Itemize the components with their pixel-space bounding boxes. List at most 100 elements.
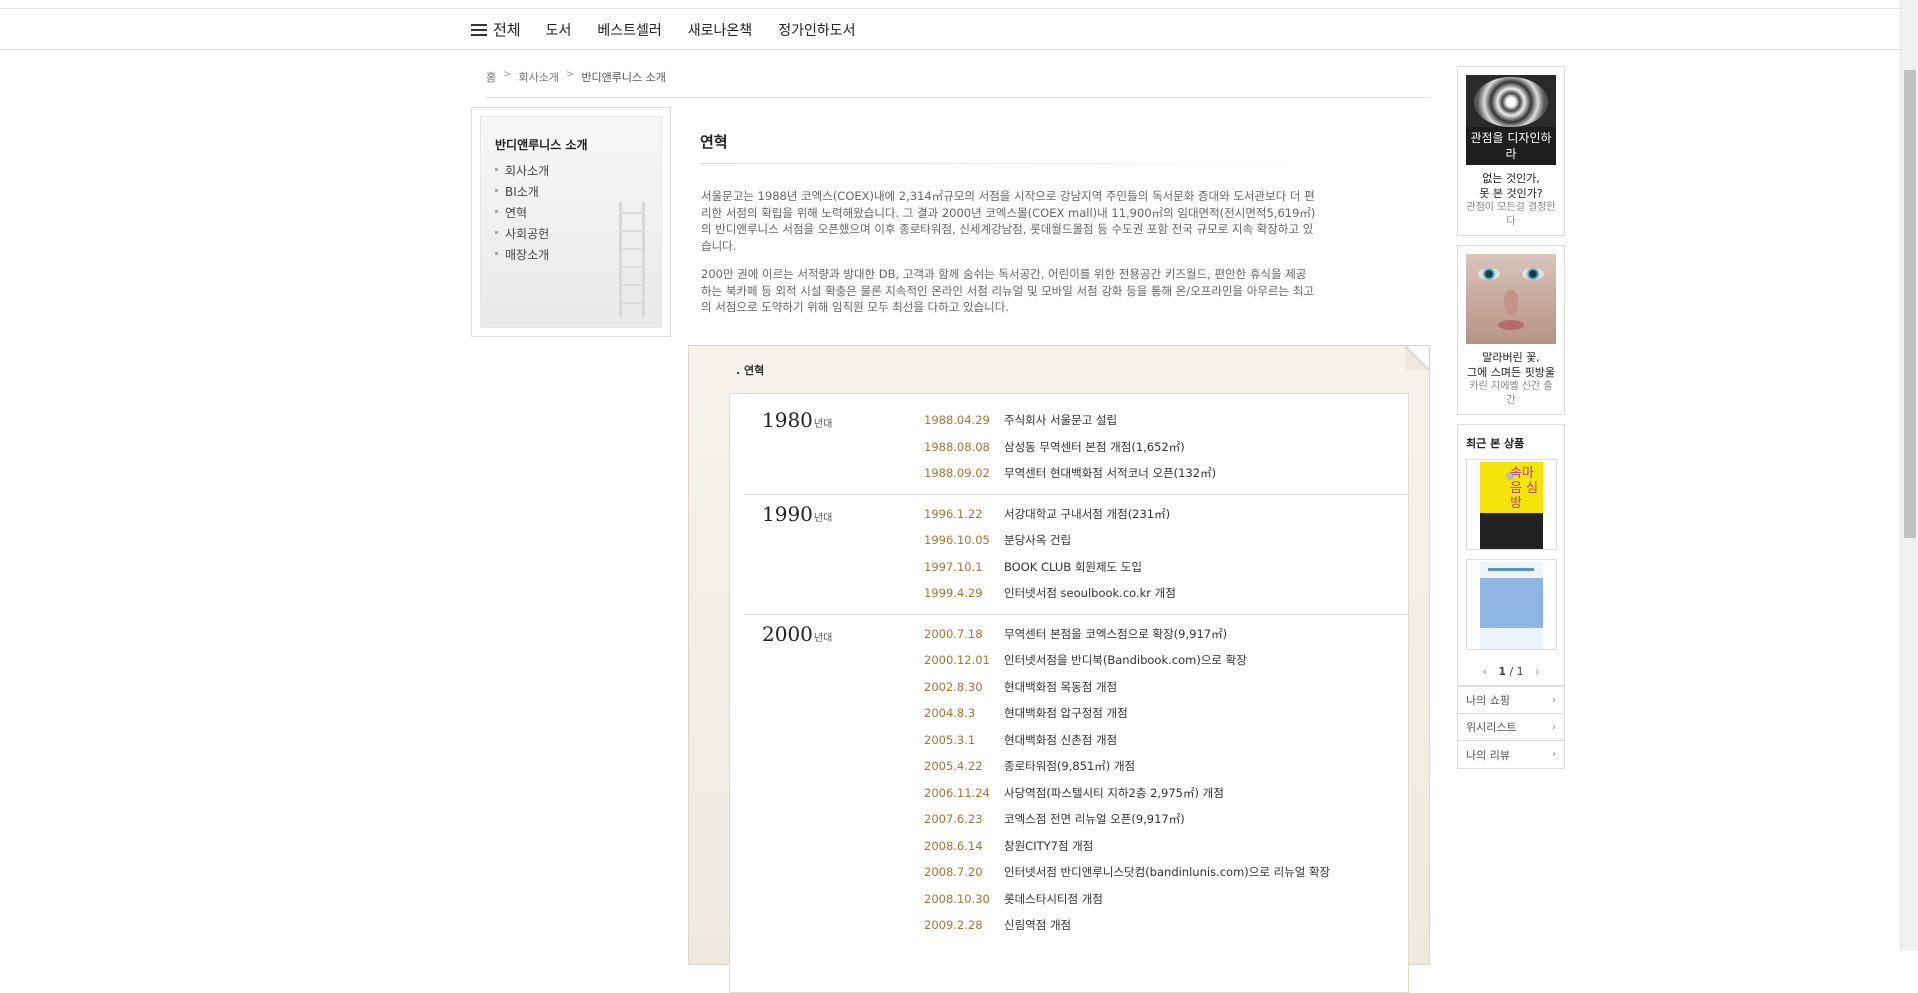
decade-divider [744, 493, 1410, 495]
intro-paragraph-2: 200만 권에 이르는 서적량과 방대한 DB, 고객과 함께 숨쉬는 독서공간… [701, 267, 1314, 314]
history-event: 2006.11.24 사당역점(파스텔시티 지하2층 2,975㎡) 개점 [924, 785, 1224, 805]
event-text: 무역센터 현대백화점 서적코너 오픈(132㎡) [1004, 466, 1217, 480]
vertical-scrollbar[interactable] [1900, 0, 1918, 951]
book-cover-title: 속마음 심방 [1510, 466, 1539, 511]
history-event: 1996.1.22 서강대학교 구내서점 개점(231㎡) [924, 506, 1170, 526]
decade-year: 1980년대 [762, 408, 832, 432]
sidebar-title: 반디앤루니스 소개 [495, 138, 588, 152]
event-text: 종로타워점(9,851㎡) 개점 [1004, 759, 1136, 773]
page-curl-decoration [1405, 346, 1429, 370]
ad-headline: 없는 것인가, [1482, 172, 1540, 185]
decade-suffix: 년대 [813, 512, 833, 524]
chevron-right-icon: › [1552, 749, 1556, 760]
book-cover-image[interactable]: 관점을 디자인하라 [1466, 75, 1556, 165]
event-text: 코엑스점 전면 리뉴얼 오픈(9,917㎡) [1004, 812, 1185, 826]
sidebar-item-company[interactable]: 회사소개 [495, 162, 647, 183]
recent-book-2[interactable] [1466, 559, 1557, 650]
ladder-illustration [619, 202, 645, 317]
event-text: 서강대학교 구내서점 개점(231㎡) [1004, 506, 1171, 521]
event-date: 2008.6.14 [924, 838, 983, 853]
chevron-right-icon[interactable]: › [1535, 665, 1539, 678]
chevron-right-icon: > [566, 69, 575, 80]
recent-products: 최근 본 상품 속마음 심방 ‹ 1 / 1 › [1457, 424, 1565, 686]
event-date: 2000.12.01 [924, 653, 990, 667]
pager-total: 1 [1516, 665, 1524, 678]
link-label: 위시리스트 [1466, 721, 1517, 734]
history-label: . 연혁 [736, 364, 765, 377]
event-text: 창원CITY7점 개점 [1004, 838, 1094, 853]
history-event: 1988.04.29 주식회사 서울문고 설립 [924, 412, 1117, 432]
event-text: 현대백화점 목동점 개점 [1004, 679, 1118, 694]
event-date: 2002.8.30 [924, 679, 983, 694]
event-text: 삼성동 무역센터 본점 개점(1,652㎡) [1004, 439, 1185, 454]
event-text: BOOK CLUB 회원제도 도입 [1004, 559, 1142, 574]
decade-suffix: 년대 [813, 632, 833, 644]
decade-year-number: 2000 [762, 621, 813, 646]
event-date: 2006.11.24 [924, 785, 990, 800]
event-text: 사당역점(파스텔시티 지하2층 2,975㎡) 개점 [1004, 785, 1224, 800]
event-date: 1999.4.29 [924, 586, 983, 600]
event-date: 2008.10.30 [924, 891, 990, 906]
event-date: 2004.8.3 [924, 706, 976, 720]
right-column: 관점을 디자인하라 없는 것인가, 못 본 것인가? 관점이 모든걸 결정한다 … [1457, 66, 1565, 769]
ad-headline-2: 그에 스며든 핏방울 [1467, 366, 1555, 379]
history-event: 1996.10.05 분당사옥 건립 [924, 532, 1071, 552]
event-date: 1996.1.22 [924, 506, 983, 521]
event-date: 2007.6.23 [924, 812, 983, 826]
history-event: 2002.8.30 현대백화점 목동점 개점 [924, 679, 1117, 699]
history-event: 2007.6.23 코엑스점 전면 리뉴얼 오픈(9,917㎡) [924, 811, 1185, 831]
decade-year: 1990년대 [762, 502, 832, 526]
history-paper: 1980년대 1988.04.29 주식회사 서울문고 설립 1988.08.08 삼성… [729, 393, 1410, 993]
event-date: 2009.2.28 [924, 918, 983, 932]
event-text: 주식회사 서울문고 설립 [1004, 413, 1118, 427]
recent-title: 최근 본 상품 [1466, 437, 1525, 450]
breadcrumb-home[interactable]: 홈 [486, 69, 496, 85]
ad-headline-2: 못 본 것인가? [1479, 187, 1543, 200]
breadcrumb-company[interactable]: 회사소개 [519, 69, 559, 85]
ad-banner-2[interactable]: 말라버린 꽃, 그에 스며든 핏방울 카린 지에벨 신간 출간 [1457, 245, 1565, 415]
history-event: 2005.4.22 종로타워점(9,851㎡) 개점 [924, 758, 1135, 778]
event-date: 2000.7.18 [924, 626, 983, 641]
history-panel: . 연혁 1980년대 1988.04.29 주식회사 서울문고 설립 1988.08… [688, 345, 1430, 993]
event-date: 1996.10.05 [924, 533, 990, 547]
nav-discount-books[interactable]: 정가인하도서 [778, 20, 855, 40]
history-event: 2004.8.3 현대백화점 압구정점 개점 [924, 705, 1128, 725]
nav-all[interactable]: 전체 [493, 19, 521, 40]
history-event: 2000.7.18 무역센터 본점을 코엑스점으로 확장(9,917㎡) [924, 626, 1227, 646]
chevron-left-icon[interactable]: ‹ [1482, 665, 1486, 678]
ad-banner-1[interactable]: 관점을 디자인하라 없는 것인가, 못 본 것인가? 관점이 모든걸 결정한다 [1457, 66, 1565, 236]
nav-books[interactable]: 도서 [546, 20, 572, 40]
event-text: 무역센터 본점을 코엑스점으로 확장(9,917㎡) [1004, 626, 1228, 641]
history-event: 1997.10.1 BOOK CLUB 회원제도 도입 [924, 559, 1142, 579]
history-event: 1988.08.08 삼성동 무역센터 본점 개점(1,652㎡) [924, 439, 1185, 459]
my-shopping-link[interactable]: 나의 쇼핑 › [1458, 687, 1564, 714]
event-text: 인터넷서점 seoulbook.co.kr 개점 [1004, 586, 1176, 600]
nav-new-books[interactable]: 새로나온책 [688, 20, 752, 40]
link-label: 나의 리뷰 [1466, 748, 1510, 762]
wishlist-link[interactable]: 위시리스트 › [1458, 714, 1564, 741]
event-date: 1988.08.08 [924, 439, 990, 454]
recent-book-1[interactable]: 속마음 심방 [1466, 459, 1557, 550]
scrollbar-thumb[interactable] [1904, 70, 1916, 538]
book-cover-image[interactable] [1466, 254, 1556, 344]
sidebar-item-bi[interactable]: BI소개 [495, 183, 647, 204]
event-text: 인터넷서점 반디앤루니스닷컴(bandinlunis.com)으로 리뉴얼 확장 [1004, 865, 1331, 879]
recent-pager: ‹ 1 / 1 › [1482, 665, 1540, 678]
menu-icon[interactable] [471, 23, 487, 36]
event-date: 1988.04.29 [924, 413, 990, 427]
event-date: 2005.4.22 [924, 759, 983, 773]
breadcrumb-current: 반디앤루니스 소개 [581, 71, 666, 84]
history-event: 2000.12.01 인터넷서점을 반디북(Bandibook.com)으로 확장 [924, 652, 1247, 672]
my-reviews-link[interactable]: 나의 리뷰 › [1458, 741, 1564, 768]
category-nav: 전체 도서 베스트셀러 새로나온책 정가인하도서 [0, 9, 1900, 50]
ad-subline: 관점이 모든걸 결정한다 [1466, 202, 1556, 227]
history-event: 1999.4.29 인터넷서점 seoulbook.co.kr 개점 [924, 585, 1176, 605]
event-text: 인터넷서점을 반디북(Bandibook.com)으로 확장 [1004, 653, 1247, 667]
event-date: 1988.09.02 [924, 466, 990, 480]
title-divider [700, 163, 1330, 164]
link-label: 나의 쇼핑 [1466, 694, 1510, 707]
nav-bestseller[interactable]: 베스트셀러 [597, 20, 661, 40]
pager-current: 1 [1498, 665, 1506, 678]
event-date: 2008.7.20 [924, 865, 983, 879]
decade-suffix: 년대 [813, 419, 833, 430]
